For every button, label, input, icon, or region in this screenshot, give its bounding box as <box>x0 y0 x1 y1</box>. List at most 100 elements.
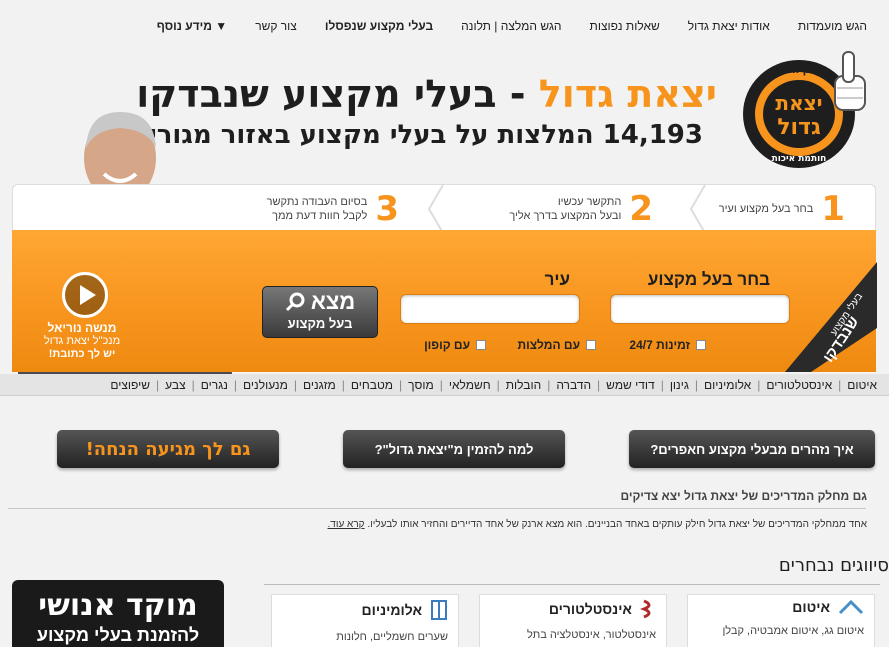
step-3-text-line2: לקבל חוות דעת ממך <box>272 210 368 222</box>
checkbox-label: זמינות 24/7 <box>629 338 690 352</box>
nav-apply[interactable]: הגש מועמדות <box>798 19 867 33</box>
category-link[interactable]: צבע <box>165 378 185 392</box>
step-1-number: 1 <box>821 189 845 229</box>
separator: | <box>597 377 601 392</box>
ceo-name: מנשה נוריאל <box>47 321 117 335</box>
thumbs-up-icon <box>834 51 866 111</box>
checkbox-with-coupon[interactable]: עם קופון <box>424 338 486 352</box>
category-link[interactable]: אלומיניום <box>704 378 751 392</box>
logo-bottom-text: חותמת איכות <box>772 154 827 164</box>
card-title: אלומיניום <box>361 602 422 618</box>
step-divider-2 <box>427 185 444 233</box>
why-order-button[interactable]: למה להזמין מ"יצאת גדול"? <box>343 430 565 468</box>
divider <box>8 508 866 509</box>
top-nav: הגש מועמדות אודות יצאת גדול שאלות נפוצות… <box>0 0 889 52</box>
category-link[interactable]: חשמלאי <box>449 378 491 392</box>
checkbox-available-247[interactable]: זמינות 24/7 <box>629 338 706 352</box>
step-3-number: 3 <box>375 189 399 229</box>
category-link[interactable]: איטום <box>847 378 877 392</box>
separator: | <box>233 377 238 392</box>
logo-seal[interactable]: יצאת גדול נבדק ואושר חותמת איכות <box>739 48 875 172</box>
separator: | <box>757 377 761 392</box>
nav-faq[interactable]: שאלות נפוצות <box>590 19 660 33</box>
nav-about[interactable]: אודות יצאת גדול <box>688 19 770 33</box>
hotline-title: מוקד אנושי <box>38 588 198 623</box>
hotline-banner[interactable]: מוקד אנושי להזמנת בעלי מקצוע <box>12 580 224 647</box>
category-link[interactable]: דודי שמש <box>606 378 655 392</box>
logo-brand-line2: גדול <box>777 115 821 140</box>
category-link[interactable]: הובלות <box>506 378 541 392</box>
roof-icon <box>838 599 864 615</box>
checkbox-with-recommendations[interactable]: עם המלצות <box>517 338 596 352</box>
category-link[interactable]: מוסך <box>408 378 434 392</box>
featured-card-aluminum[interactable]: אלומיניום שערים חשמליים, חלונות <box>271 594 459 647</box>
separator: | <box>496 377 500 392</box>
pipe-icon <box>640 599 651 619</box>
separator: | <box>547 377 551 392</box>
ceo-caption: מנשה נוריאל מנכ"ל יצאת גדול יש לך כתובת! <box>34 322 130 361</box>
card-desc: אינסטלטור, אינסטלציה בתל <box>526 629 656 641</box>
search-panel: בחר בעל מקצוע עיר זמינות 24/7 עם המלצות … <box>12 230 876 372</box>
separator: | <box>694 377 699 392</box>
step-2-number: 2 <box>629 189 653 229</box>
headline-brand: יצאת גדול <box>538 72 717 116</box>
category-link[interactable]: הדברה <box>556 378 591 392</box>
separator: | <box>341 377 345 392</box>
steps-bar: 1 בחר בעל מקצוע ועיר 2 התקשר עכשיו ובעל … <box>12 184 876 233</box>
separator: | <box>191 377 195 392</box>
ceo-title: מנכ"ל יצאת גדול <box>43 335 121 347</box>
category-link[interactable]: נגרים <box>201 378 228 392</box>
featured-card-plumbers[interactable]: אינסטלטורים אינסטלטור, אינסטלציה בתל <box>479 594 667 647</box>
card-desc: איטום גג, איטום אמבטיה, קבלן <box>722 625 864 637</box>
play-video-button[interactable] <box>62 272 108 318</box>
step-3: 3 בסיום העבודה נתקשר לקבל חוות דעת ממך <box>267 189 399 229</box>
step-3-text-line1: בסיום העבודה נתקשר <box>266 196 368 208</box>
profession-label: בחר בעל מקצוע <box>647 270 770 289</box>
categories-bar: איטום | אינסטלטורים | אלומיניום | גינון | דו… <box>0 374 889 396</box>
step-2-text-line1: התקשר עכשיו <box>557 196 622 208</box>
story-body: אחד ממחלקי המדריכים של יצאת גדול חילק עו… <box>367 519 867 530</box>
profession-input[interactable] <box>610 294 790 324</box>
nav-disqualified[interactable]: בעלי מקצוע שנפסלו <box>325 19 433 33</box>
category-link[interactable]: שיפוצים <box>110 378 150 392</box>
step-2-text-line2: ובעל המקצוע בדרך אליך <box>509 210 622 222</box>
category-link[interactable]: גינון <box>670 378 689 392</box>
ceo-tagline: יש לך כתובת! <box>48 348 116 360</box>
category-link[interactable]: מזגנים <box>303 378 336 392</box>
separator: | <box>399 377 403 392</box>
beware-cheaters-button[interactable]: איך נזהרים מבעלי מקצוע חאפרים? <box>629 430 875 468</box>
logo-brand-line1: יצאת <box>775 91 822 115</box>
city-label: עיר <box>544 270 570 289</box>
divider <box>264 584 880 585</box>
play-icon <box>80 285 96 305</box>
discount-button[interactable]: גם לך מגיעה הנחה! <box>57 430 279 468</box>
card-title: איטום <box>792 599 830 615</box>
category-link[interactable]: אינסטלטורים <box>766 378 832 392</box>
find-label: מצא <box>310 289 356 314</box>
nav-contact[interactable]: צור קשר <box>255 19 297 33</box>
checkbox-box[interactable] <box>476 340 486 350</box>
nav-more-info[interactable]: ▼ מידע נוסף <box>157 19 227 33</box>
step-1: 1 בחר בעל מקצוע ועיר <box>719 189 845 229</box>
city-input[interactable] <box>400 294 580 324</box>
corner-ribbon: בעלי מקצוע שנבדקו <box>785 228 877 372</box>
step-divider-1 <box>689 185 706 233</box>
category-link[interactable]: מנעולנים <box>243 378 288 392</box>
separator: | <box>293 377 297 392</box>
category-link[interactable]: מטבחים <box>351 378 393 392</box>
featured-title: סיווגים נבחרים <box>778 555 889 576</box>
find-button[interactable]: מצא בעל מקצוע <box>262 286 378 338</box>
checkbox-box[interactable] <box>696 340 706 350</box>
logo-top-text: נבדק ואושר <box>771 65 826 76</box>
read-more-link[interactable]: קרא עוד. <box>328 519 365 530</box>
checkbox-box[interactable] <box>586 340 596 350</box>
featured-card-waterproofing[interactable]: איטום איטום גג, איטום אמבטיה, קבלן <box>687 594 875 647</box>
find-sublabel: בעל מקצוע <box>287 316 353 331</box>
nav-recommend[interactable]: הגש המלצה | תלונה <box>461 19 561 33</box>
separator: | <box>660 377 664 392</box>
checkbox-label: עם המלצות <box>517 338 580 352</box>
search-icon <box>285 292 305 312</box>
story-title: גם מחלק המדריכים של יצאת גדול יצא צדיקים <box>620 489 867 503</box>
step-2: 2 התקשר עכשיו ובעל המקצוע בדרך אליך <box>509 189 653 229</box>
recommendation-count: 14,193 <box>602 120 703 150</box>
